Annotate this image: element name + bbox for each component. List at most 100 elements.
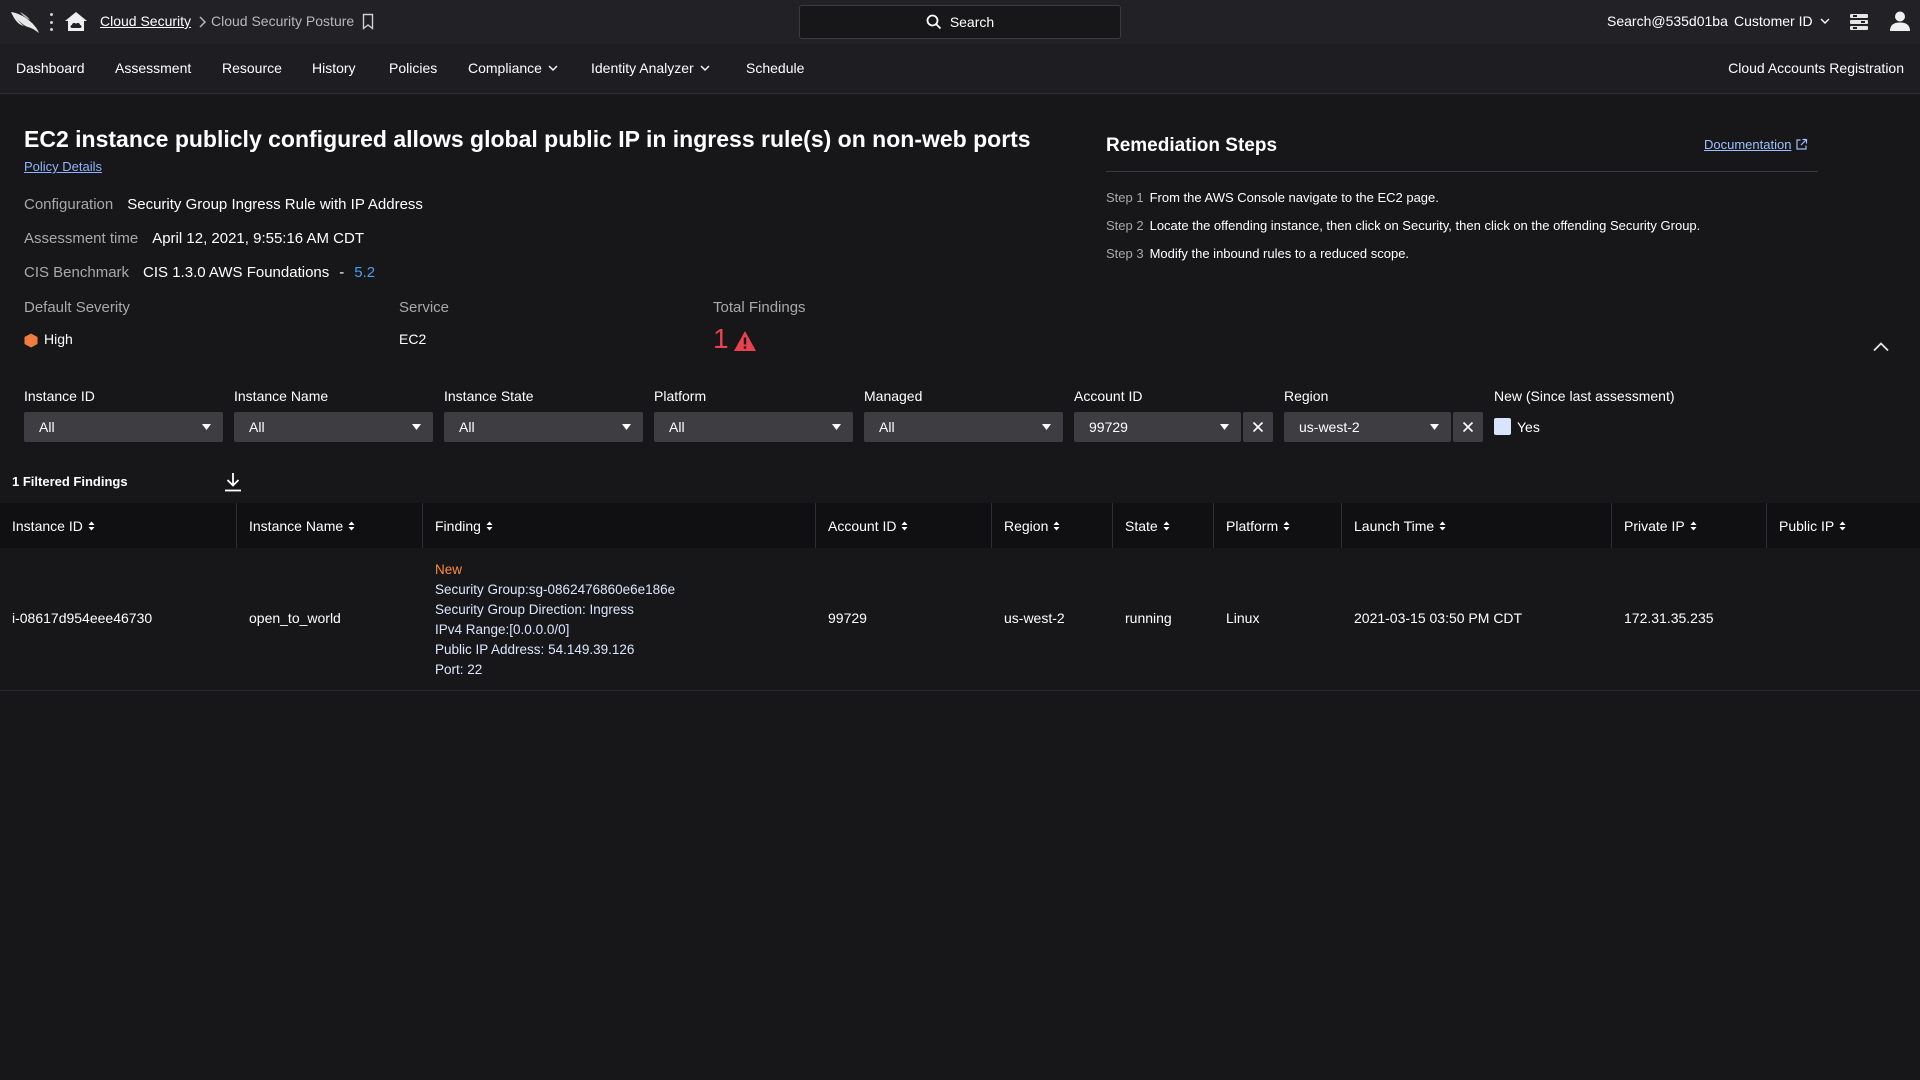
nav-resource[interactable]: Resource xyxy=(222,60,282,76)
nav-history[interactable]: History xyxy=(312,60,356,76)
nav-dashboard[interactable]: Dashboard xyxy=(16,60,85,76)
nav-compliance-label: Compliance xyxy=(468,60,542,76)
cell-launch-time: 2021-03-15 03:50 PM CDT xyxy=(1354,610,1523,626)
column-label: Private IP xyxy=(1624,517,1685,534)
sort-icon xyxy=(88,521,95,530)
search-icon xyxy=(926,14,941,30)
filter-managed-label: Managed xyxy=(864,388,923,404)
service-label: Service xyxy=(399,299,450,316)
severity-value: High xyxy=(44,331,73,347)
filter-instance-id-select[interactable]: All xyxy=(24,412,223,442)
nav-policies-label: Policies xyxy=(389,60,438,76)
caret-down-icon xyxy=(832,424,841,430)
remediation-title: Remediation Steps xyxy=(1106,135,1278,156)
chevron-right-icon xyxy=(199,16,207,28)
column-instance-name[interactable]: Instance Name xyxy=(237,503,423,548)
column-public-ip[interactable]: Public IP xyxy=(1767,503,1920,548)
remediation-step-3: Step 3 Modify the inbound rules to a redu… xyxy=(1106,246,1409,261)
new-since-checkbox[interactable] xyxy=(1494,418,1511,435)
table-row[interactable]: i-08617d954eee46730 open_to_world New Se… xyxy=(0,548,1920,691)
nav-assessment[interactable]: Assessment xyxy=(115,60,191,76)
documentation-link[interactable]: Documentation xyxy=(1704,137,1808,152)
sort-icon xyxy=(348,521,355,530)
filter-instance-name-label: Instance Name xyxy=(234,388,329,404)
filter-new-since-label: New (Since last assessment) xyxy=(1494,388,1675,404)
filter-instance-state-select[interactable]: All xyxy=(444,412,643,442)
assessment-time-value: April 12, 2021, 9:55:16 AM CDT xyxy=(152,230,364,247)
new-since-checkbox-label[interactable]: Yes xyxy=(1517,419,1540,435)
finding-direction: Security Group Direction: Ingress xyxy=(435,602,634,617)
sort-icon xyxy=(901,521,908,530)
nav-identity-analyzer-label: Identity Analyzer xyxy=(591,60,694,76)
column-label: State xyxy=(1125,517,1158,534)
filter-managed-select[interactable]: All xyxy=(864,412,1063,442)
cell-finding: New Security Group:sg-0862476860e6e186e … xyxy=(435,560,675,680)
nav-cloud-accounts-registration[interactable]: Cloud Accounts Registration xyxy=(1728,60,1904,76)
chevron-up-icon[interactable] xyxy=(1872,341,1890,352)
sort-icon xyxy=(1163,521,1170,530)
caret-down-icon xyxy=(622,424,631,430)
breadcrumb-cloud-security[interactable]: Cloud Security xyxy=(100,13,191,29)
finding-port: Port: 22 xyxy=(435,662,483,677)
column-account-id[interactable]: Account ID xyxy=(816,503,992,548)
sort-icon xyxy=(1439,521,1446,530)
clear-account-id-button[interactable] xyxy=(1243,412,1273,442)
step-text: Locate the offending instance, then clic… xyxy=(1149,218,1701,233)
app-menu-icon[interactable] xyxy=(1849,12,1869,32)
remediation-step-1: Step 1 From the AWS Console navigate to t… xyxy=(1106,190,1439,205)
search-label: Search xyxy=(949,14,995,30)
filter-instance-state-label: Instance State xyxy=(444,388,534,404)
filter-platform-select[interactable]: All xyxy=(654,412,853,442)
user-account-label[interactable]: Search@535d01ba xyxy=(1607,13,1728,29)
nav-dashboard-label: Dashboard xyxy=(16,60,85,76)
user-profile-icon[interactable] xyxy=(1889,10,1911,32)
cell-instance-id: i-08617d954eee46730 xyxy=(12,610,153,626)
caret-down-icon xyxy=(1430,424,1439,430)
column-label: Region xyxy=(1004,517,1049,534)
filter-region-select[interactable]: us-west-2 xyxy=(1284,412,1451,442)
chevron-down-icon xyxy=(1820,18,1830,24)
cloud-home-icon[interactable] xyxy=(64,11,88,33)
nav-policies[interactable]: Policies xyxy=(389,60,437,76)
column-label: Finding xyxy=(435,517,481,534)
column-launch-time[interactable]: Launch Time xyxy=(1342,503,1612,548)
breadcrumb-current: Cloud Security Posture xyxy=(211,13,355,29)
cell-instance-name: open_to_world xyxy=(249,610,341,626)
finding-public-ip: Public IP Address: 54.149.39.126 xyxy=(435,642,635,657)
sort-icon xyxy=(1283,521,1290,530)
column-instance-id[interactable]: Instance ID xyxy=(0,503,237,548)
severity-high-icon xyxy=(24,333,38,348)
filter-instance-name-select[interactable]: All xyxy=(234,412,433,442)
column-label: Platform xyxy=(1226,517,1279,534)
sort-icon xyxy=(1053,521,1060,530)
cell-account-id: 99729 xyxy=(828,610,867,626)
service-value: EC2 xyxy=(399,331,427,347)
falcon-logo-icon[interactable] xyxy=(10,9,40,35)
filter-region-label: Region xyxy=(1284,388,1329,404)
alert-triangle-icon xyxy=(734,331,756,351)
cis-section-link[interactable]: 5.2 xyxy=(354,264,375,281)
policy-details-link[interactable]: Policy Details xyxy=(24,159,102,174)
column-private-ip[interactable]: Private IP xyxy=(1612,503,1767,548)
chevron-down-icon xyxy=(700,65,710,71)
column-state[interactable]: State xyxy=(1113,503,1214,548)
column-platform[interactable]: Platform xyxy=(1214,503,1342,548)
bookmark-icon[interactable] xyxy=(362,13,374,30)
external-link-icon xyxy=(1796,138,1808,150)
clear-region-button[interactable] xyxy=(1453,412,1483,442)
sort-icon xyxy=(486,521,493,530)
more-options-icon[interactable] xyxy=(48,13,54,31)
column-label: Instance Name xyxy=(249,517,344,534)
nav-schedule[interactable]: Schedule xyxy=(746,60,804,76)
nav-compliance[interactable]: Compliance xyxy=(468,60,558,76)
filter-account-id-select[interactable]: 99729 xyxy=(1074,412,1241,442)
filter-region-value: us-west-2 xyxy=(1299,419,1360,435)
customer-id-dropdown[interactable]: Customer ID xyxy=(1734,13,1830,29)
step-text: From the AWS Console navigate to the EC2… xyxy=(1149,190,1439,205)
download-icon[interactable] xyxy=(224,472,242,492)
nav-identity-analyzer[interactable]: Identity Analyzer xyxy=(591,60,710,76)
step-text: Modify the inbound rules to a reduced sc… xyxy=(1149,246,1410,261)
column-region[interactable]: Region xyxy=(992,503,1113,548)
global-search-button[interactable]: Search xyxy=(799,5,1121,39)
column-finding[interactable]: Finding xyxy=(423,503,816,548)
